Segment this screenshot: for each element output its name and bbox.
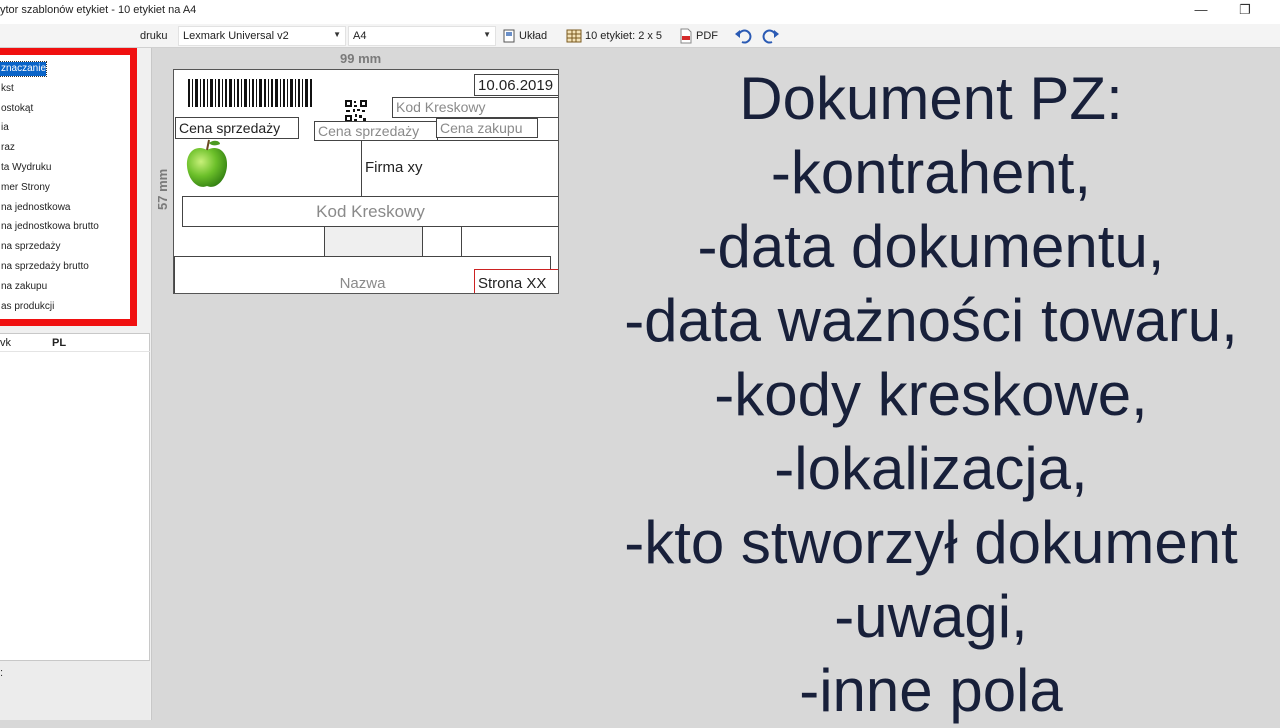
properties-table: vk PL: [0, 333, 150, 705]
overlay-line: -data dokumentu,: [697, 213, 1165, 280]
layout-button-label: Układ: [519, 30, 548, 42]
barcode-text-main[interactable]: Kod Kreskowy: [182, 196, 558, 227]
list-item[interactable]: na jednostkowa brutto: [0, 220, 99, 234]
ruler-height: 57 mm: [155, 168, 170, 210]
labels-grid-button[interactable]: 10 etykiet: 2 x 5: [566, 27, 662, 45]
apple-image[interactable]: [184, 138, 230, 190]
restore-icon[interactable]: ❐: [1230, 2, 1260, 20]
overlay-line: -kody kreskowe,: [714, 361, 1148, 428]
undo-button[interactable]: [734, 27, 752, 45]
toolbar-partial-label[interactable]: druku: [140, 30, 168, 42]
overlay-text: Dokument PZ: -kontrahent, -data dokumentu,…: [582, 62, 1280, 728]
overlay-line: -data ważności towaru,: [624, 287, 1238, 354]
title-bar: ytor szablonów etykiet - 10 etykiet na A…: [0, 0, 1280, 24]
list-item[interactable]: na jednostkowa: [0, 201, 71, 215]
qr-code-icon[interactable]: [345, 100, 367, 122]
label-canvas[interactable]: 10.06.2019 Kod Kreskowy Cena sprzedaży C…: [173, 69, 559, 294]
list-item[interactable]: znaczanie: [0, 61, 48, 77]
sale-price-field[interactable]: Cena sprzedaży: [314, 121, 438, 141]
minimize-icon[interactable]: —: [1186, 2, 1216, 20]
company-field[interactable]: Firma xy: [361, 140, 558, 198]
redo-icon: [762, 29, 779, 44]
chevron-down-icon: ▼: [333, 30, 341, 39]
list-item[interactable]: kst: [0, 82, 14, 96]
grid-icon: [566, 29, 582, 43]
printer-select-value: Lexmark Universal v2: [183, 30, 289, 42]
list-item[interactable]: raz: [0, 141, 15, 155]
scrollbar[interactable]: [138, 54, 148, 309]
ruler-width: 99 mm: [340, 51, 382, 66]
list-item[interactable]: ta Wydruku: [0, 161, 51, 175]
divider: [0, 351, 150, 352]
toolbar: druku Lexmark Universal v2 ▼ A4 ▼ Układ …: [0, 24, 1280, 48]
redo-button[interactable]: [762, 27, 780, 45]
list-item[interactable]: as produkcji: [0, 300, 54, 314]
chevron-down-icon: ▼: [483, 30, 491, 39]
page-number-field[interactable]: Strona XX: [474, 269, 558, 293]
description-box: :: [0, 660, 150, 720]
purchase-price-field[interactable]: Cena zakupu: [436, 118, 538, 138]
left-panel: znaczanie kst ostokąt ia raz ta Wydruku mer St…: [0, 48, 152, 720]
sale-price-bold-field[interactable]: Cena sprzedaży: [175, 117, 299, 139]
layout-icon: [503, 29, 515, 43]
paper-select-value: A4: [353, 30, 367, 42]
overlay-line: -kontrahent,: [770, 139, 1092, 206]
overlay-line: -inne pola: [799, 657, 1063, 724]
list-item[interactable]: ostokąt: [0, 102, 33, 116]
list-item[interactable]: na sprzedaży: [0, 240, 60, 254]
properties-col-1: vk: [0, 337, 11, 349]
overlay-line: -uwagi,: [834, 583, 1028, 650]
paper-select[interactable]: A4 ▼: [348, 26, 496, 46]
overlay-line: Dokument PZ:: [739, 65, 1123, 132]
empty-field[interactable]: [324, 226, 424, 257]
printer-select[interactable]: Lexmark Universal v2 ▼: [178, 26, 346, 46]
pdf-button-label: PDF: [696, 30, 718, 42]
overlay-line: -lokalizacja,: [774, 435, 1088, 502]
list-item[interactable]: na sprzedaży brutto: [0, 260, 89, 274]
list-item[interactable]: ia: [0, 121, 9, 135]
properties-col-2: PL: [52, 337, 67, 349]
pdf-icon: [680, 28, 692, 44]
element-list-highlight: znaczanie kst ostokąt ia raz ta Wydruku mer St…: [0, 48, 137, 326]
layout-button[interactable]: Układ: [502, 27, 547, 45]
date-field[interactable]: 10.06.2019: [474, 74, 558, 96]
description-partial: :: [0, 667, 4, 679]
empty-field-small[interactable]: [422, 226, 462, 257]
window-title: ytor szablonów etykiet - 10 etykiet na A…: [0, 4, 197, 16]
list-item[interactable]: na zakupu: [0, 280, 47, 294]
pdf-button[interactable]: PDF: [679, 27, 718, 45]
barcode-image[interactable]: [188, 79, 312, 107]
labels-grid-label: 10 etykiet: 2 x 5: [585, 30, 663, 42]
barcode-text-top[interactable]: Kod Kreskowy: [392, 97, 558, 118]
list-item[interactable]: mer Strony: [0, 181, 50, 195]
undo-icon: [735, 29, 752, 44]
overlay-line: -kto stworzył dokument: [624, 509, 1238, 576]
